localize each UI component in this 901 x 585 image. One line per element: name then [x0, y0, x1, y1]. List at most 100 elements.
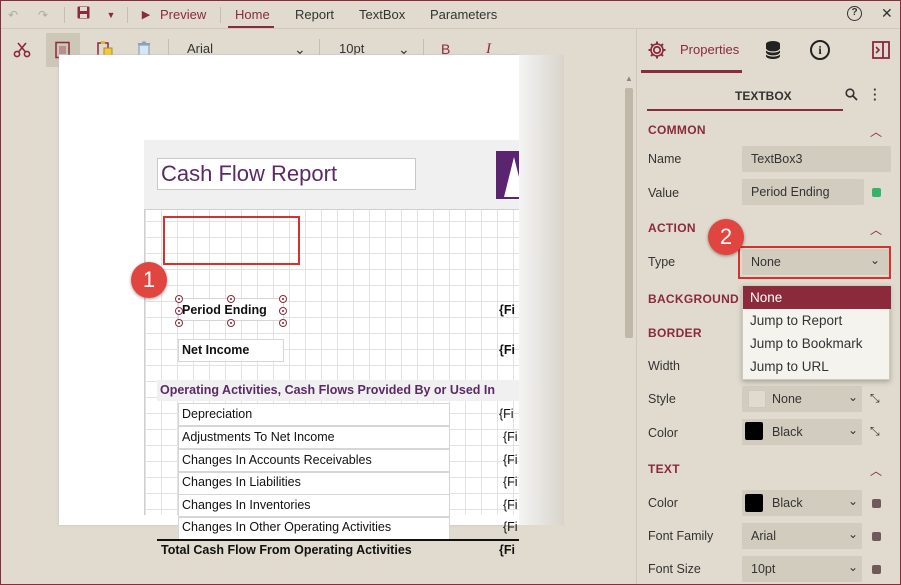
border-color-label: Color: [648, 426, 678, 440]
tab-home[interactable]: Home: [235, 0, 270, 29]
blurred-area: [519, 55, 564, 525]
chevron-up-icon[interactable]: ︿: [870, 123, 882, 140]
divider: [127, 7, 128, 23]
help-icon[interactable]: ?: [847, 6, 862, 21]
callout-badge-2: 2: [708, 219, 744, 255]
row-label: Depreciation: [182, 407, 253, 421]
row-label: Changes In Accounts Receivables: [182, 453, 372, 467]
font-family-indicator[interactable]: [872, 532, 881, 541]
resize-handle[interactable]: [227, 319, 235, 327]
chevron-up-icon[interactable]: ︿: [870, 462, 882, 479]
style-swatch: [748, 390, 766, 408]
field-placeholder: {Fi: [503, 520, 518, 534]
type-label: Type: [648, 255, 676, 269]
divider: [64, 7, 65, 23]
divider: [220, 7, 221, 23]
report-title[interactable]: Cash Flow Report: [157, 158, 416, 190]
redo-icon[interactable]: ↷: [34, 6, 52, 24]
properties-panel: Properties i TEXTBOX · · · COMMON ︿ Name T…: [636, 29, 901, 585]
resize-handle[interactable]: [175, 307, 183, 315]
save-icon[interactable]: [74, 6, 92, 24]
color-swatch: [745, 494, 763, 512]
close-icon[interactable]: ✕: [881, 5, 893, 22]
chevron-down-icon[interactable]: ⌄: [848, 494, 858, 508]
field-placeholder: {Fi: [499, 343, 515, 357]
chevron-up-icon[interactable]: ︿: [870, 221, 882, 238]
section-border[interactable]: BORDER: [648, 326, 702, 340]
section-text[interactable]: TEXT: [648, 462, 680, 476]
save-dropdown-chevron-icon[interactable]: ▼: [102, 6, 120, 24]
text-color-indicator[interactable]: [872, 499, 881, 508]
period-ending-text: Period Ending: [182, 303, 267, 317]
dropdown-option-jump-to-url[interactable]: Jump to URL: [743, 355, 891, 378]
properties-tab[interactable]: Properties: [680, 42, 739, 57]
chevron-down-icon[interactable]: ⌄: [848, 390, 858, 404]
field-placeholder: {Fi: [503, 498, 518, 512]
color-swatch: [745, 422, 763, 440]
type-dropdown-menu: None Jump to Report Jump to Bookmark Jum…: [742, 285, 891, 380]
textbox-selection-highlight: [163, 216, 300, 265]
dropdown-option-jump-to-bookmark[interactable]: Jump to Bookmark: [743, 332, 891, 355]
row-label: Adjustments To Net Income: [182, 430, 335, 444]
tab-parameters[interactable]: Parameters: [430, 0, 497, 29]
vertical-scrollbar[interactable]: ▲: [622, 70, 636, 585]
scroll-up-icon[interactable]: ▲: [625, 74, 633, 83]
field-placeholder: {Fi: [499, 303, 515, 317]
more-options-icon[interactable]: · · ·: [873, 83, 877, 106]
undo-icon[interactable]: ↶: [4, 6, 22, 24]
field-placeholder: {Fi: [499, 543, 515, 557]
gear-icon[interactable]: [647, 40, 667, 65]
font-size-select[interactable]: 10pt: [742, 556, 862, 582]
scrollbar-thumb[interactable]: [625, 88, 633, 338]
net-income-text: Net Income: [182, 343, 250, 357]
value-input[interactable]: Period Ending: [742, 179, 864, 205]
scissors-icon: [13, 42, 31, 58]
resize-handle[interactable]: [279, 307, 287, 315]
chevron-down-icon[interactable]: ⌄: [848, 423, 858, 437]
chevron-down-icon[interactable]: ⌄: [848, 527, 858, 541]
search-icon[interactable]: [845, 88, 858, 106]
dropdown-option-none[interactable]: None: [743, 286, 891, 309]
play-icon[interactable]: ▶: [137, 6, 155, 24]
name-input[interactable]: TextBox3: [742, 146, 891, 172]
panel-tabs: Properties i: [637, 29, 901, 73]
type-select-highlight: [738, 246, 891, 279]
resize-handle[interactable]: [279, 295, 287, 303]
panel-toggle-icon[interactable]: [872, 41, 890, 64]
font-size-indicator[interactable]: [872, 565, 881, 574]
font-size-label: Font Size: [648, 562, 701, 576]
dropdown-option-jump-to-report[interactable]: Jump to Report: [743, 309, 891, 332]
active-tab-indicator: [228, 26, 274, 28]
callout-badge-1: 1: [131, 262, 167, 298]
tab-report[interactable]: Report: [295, 0, 334, 29]
value-status-indicator[interactable]: [872, 188, 881, 197]
resize-handle[interactable]: [175, 319, 183, 327]
resize-handle[interactable]: [175, 295, 183, 303]
row-label: Changes In Other Operating Activities: [182, 520, 392, 534]
preview-button[interactable]: Preview: [160, 0, 206, 29]
field-placeholder: {Fi: [503, 430, 518, 444]
name-label: Name: [648, 152, 682, 166]
resize-handle[interactable]: [227, 295, 235, 303]
field-placeholder: {Fi: [499, 407, 514, 421]
tab-textbox[interactable]: TextBox: [359, 0, 405, 29]
top-menu-bar: ↶ ↷ ▼ ▶ Preview Home Report TextBox Para…: [0, 0, 901, 29]
section-action[interactable]: ACTION: [648, 221, 696, 235]
font-family-select[interactable]: Arial: [742, 523, 862, 549]
value-label: Value: [648, 186, 680, 200]
active-tab-indicator: [641, 70, 742, 73]
row-label: Changes In Liabilities: [182, 475, 301, 489]
section-common[interactable]: COMMON: [648, 123, 706, 137]
company-logo: [496, 151, 519, 199]
section-background[interactable]: BACKGROUND: [648, 292, 739, 306]
expand-icon[interactable]: ⤡: [870, 391, 880, 406]
row-label: Changes In Inventories: [182, 498, 311, 512]
expand-icon[interactable]: ⤡: [870, 424, 880, 439]
cut-button[interactable]: [5, 33, 39, 67]
object-type-title: TEXTBOX: [735, 89, 792, 103]
resize-handle[interactable]: [279, 319, 287, 327]
style-label: Style: [648, 392, 676, 406]
database-icon[interactable]: [764, 40, 782, 65]
info-icon[interactable]: i: [810, 40, 830, 60]
chevron-down-icon[interactable]: ⌄: [848, 560, 858, 574]
